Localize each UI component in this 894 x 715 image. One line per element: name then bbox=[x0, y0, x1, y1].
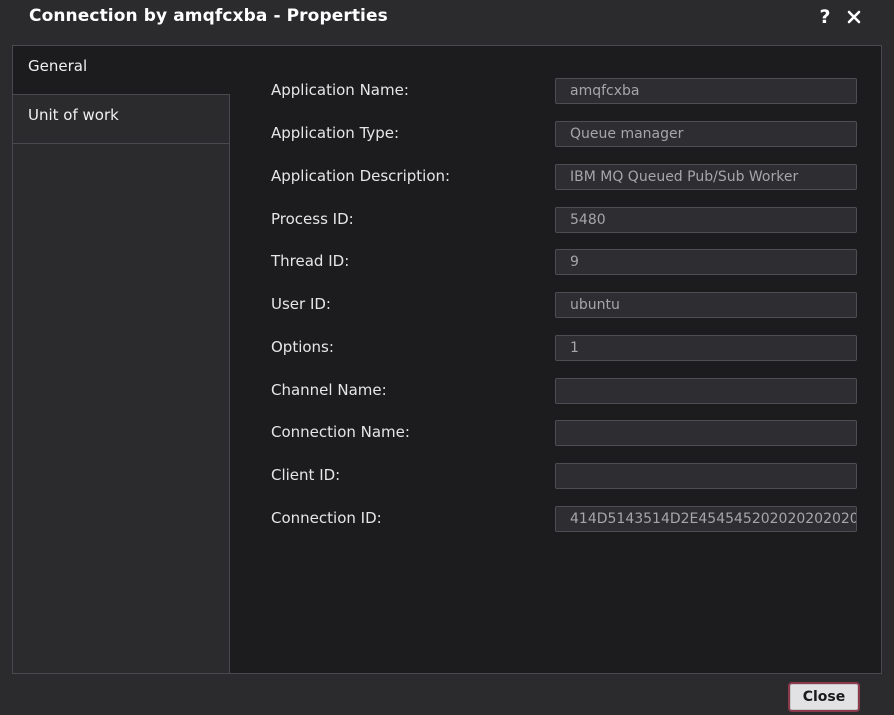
application-name-label: Application Name: bbox=[271, 81, 409, 99]
dialog-body: General Unit of work Application Name: a… bbox=[12, 45, 882, 674]
options-label: Options: bbox=[271, 338, 334, 356]
close-icon[interactable] bbox=[843, 5, 865, 29]
properties-dialog: Connection by amqfcxba - Properties ? Ge… bbox=[0, 0, 894, 715]
application-type-field[interactable]: Queue manager bbox=[555, 121, 857, 147]
user-id-label: User ID: bbox=[271, 295, 331, 313]
row-channel-name: Channel Name: bbox=[230, 378, 881, 404]
connection-id-label: Connection ID: bbox=[271, 509, 382, 527]
general-panel: Application Name: amqfcxba Application T… bbox=[230, 46, 881, 673]
client-id-field[interactable] bbox=[555, 463, 857, 489]
channel-name-field[interactable] bbox=[555, 378, 857, 404]
application-name-field[interactable]: amqfcxba bbox=[555, 78, 857, 104]
process-id-label: Process ID: bbox=[271, 210, 354, 228]
connection-name-field[interactable] bbox=[555, 420, 857, 446]
help-button[interactable]: ? bbox=[814, 5, 836, 29]
tab-general[interactable]: General bbox=[13, 46, 230, 95]
connection-name-label: Connection Name: bbox=[271, 423, 410, 441]
user-id-field[interactable]: ubuntu bbox=[555, 292, 857, 318]
title-bar: Connection by amqfcxba - Properties ? bbox=[0, 0, 894, 36]
tab-sidebar: General Unit of work bbox=[13, 46, 230, 673]
close-button[interactable]: Close bbox=[788, 682, 860, 712]
tab-unit-of-work[interactable]: Unit of work bbox=[13, 95, 229, 144]
row-thread-id: Thread ID: 9 bbox=[230, 249, 881, 275]
row-application-description: Application Description: IBM MQ Queued P… bbox=[230, 164, 881, 190]
row-client-id: Client ID: bbox=[230, 463, 881, 489]
row-process-id: Process ID: 5480 bbox=[230, 207, 881, 233]
thread-id-field[interactable]: 9 bbox=[555, 249, 857, 275]
row-options: Options: 1 bbox=[230, 335, 881, 361]
application-description-field[interactable]: IBM MQ Queued Pub/Sub Worker bbox=[555, 164, 857, 190]
channel-name-label: Channel Name: bbox=[271, 381, 387, 399]
application-description-label: Application Description: bbox=[271, 167, 451, 185]
connection-id-field[interactable]: 414D5143514D2E45454520202020202020 bbox=[555, 506, 857, 532]
row-user-id: User ID: ubuntu bbox=[230, 292, 881, 318]
dialog-title: Connection by amqfcxba - Properties bbox=[29, 6, 388, 26]
thread-id-label: Thread ID: bbox=[271, 252, 350, 270]
row-connection-id: Connection ID: 414D5143514D2E45454520202… bbox=[230, 506, 881, 532]
process-id-field[interactable]: 5480 bbox=[555, 207, 857, 233]
row-connection-name: Connection Name: bbox=[230, 420, 881, 446]
application-type-label: Application Type: bbox=[271, 124, 400, 142]
row-application-type: Application Type: Queue manager bbox=[230, 121, 881, 147]
client-id-label: Client ID: bbox=[271, 466, 341, 484]
options-field[interactable]: 1 bbox=[555, 335, 857, 361]
row-application-name: Application Name: amqfcxba bbox=[230, 78, 881, 104]
